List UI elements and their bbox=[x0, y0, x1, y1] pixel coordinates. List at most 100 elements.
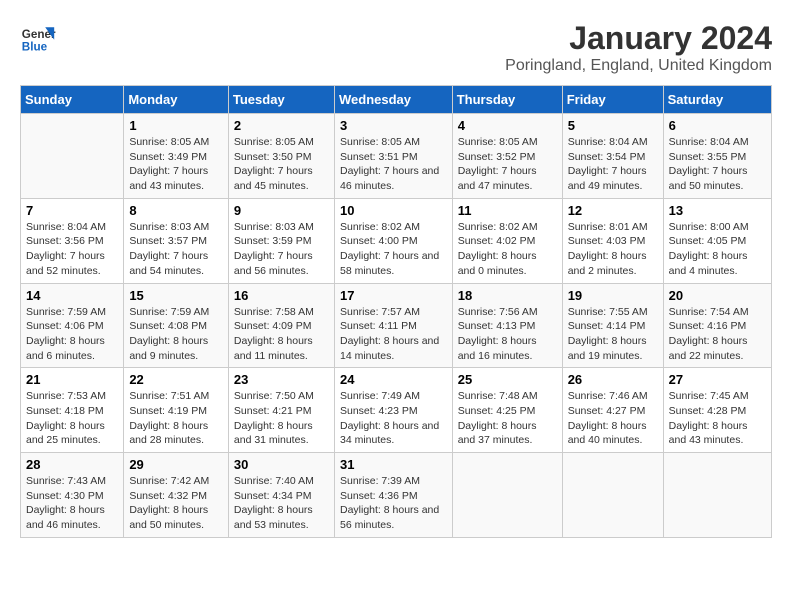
calendar-cell bbox=[452, 453, 562, 538]
calendar-cell: 17 Sunrise: 7:57 AMSunset: 4:11 PMDayligh… bbox=[334, 283, 452, 368]
calendar-cell: 26 Sunrise: 7:46 AMSunset: 4:27 PMDayligh… bbox=[562, 368, 663, 453]
day-detail: Sunrise: 7:46 AMSunset: 4:27 PMDaylight:… bbox=[568, 389, 658, 448]
day-detail: Sunrise: 8:05 AMSunset: 3:50 PMDaylight:… bbox=[234, 135, 329, 194]
logo: General Blue bbox=[20, 20, 56, 56]
day-detail: Sunrise: 8:02 AMSunset: 4:00 PMDaylight:… bbox=[340, 220, 447, 279]
calendar-cell: 6 Sunrise: 8:04 AMSunset: 3:55 PMDaylight… bbox=[663, 114, 771, 199]
calendar-cell: 14 Sunrise: 7:59 AMSunset: 4:06 PMDayligh… bbox=[21, 283, 124, 368]
weekday-header-sunday: Sunday bbox=[21, 86, 124, 114]
page-header: General Blue January 2024 Poringland, En… bbox=[20, 20, 772, 75]
calendar-cell: 5 Sunrise: 8:04 AMSunset: 3:54 PMDaylight… bbox=[562, 114, 663, 199]
day-detail: Sunrise: 7:48 AMSunset: 4:25 PMDaylight:… bbox=[458, 389, 557, 448]
day-detail: Sunrise: 7:58 AMSunset: 4:09 PMDaylight:… bbox=[234, 305, 329, 364]
calendar-table: SundayMondayTuesdayWednesdayThursdayFrid… bbox=[20, 85, 772, 538]
day-number: 25 bbox=[458, 372, 557, 387]
day-number: 12 bbox=[568, 203, 658, 218]
day-number: 18 bbox=[458, 288, 557, 303]
calendar-cell: 28 Sunrise: 7:43 AMSunset: 4:30 PMDayligh… bbox=[21, 453, 124, 538]
day-number: 6 bbox=[669, 118, 766, 133]
svg-text:Blue: Blue bbox=[22, 41, 48, 54]
calendar-cell bbox=[21, 114, 124, 199]
day-number: 19 bbox=[568, 288, 658, 303]
calendar-cell: 22 Sunrise: 7:51 AMSunset: 4:19 PMDayligh… bbox=[124, 368, 229, 453]
weekday-header-wednesday: Wednesday bbox=[334, 86, 452, 114]
calendar-cell: 24Sunrise: 7:49 AMSunset: 4:23 PMDayligh… bbox=[334, 368, 452, 453]
day-detail: Sunrise: 7:57 AMSunset: 4:11 PMDaylight:… bbox=[340, 305, 447, 364]
calendar-cell: 11 Sunrise: 8:02 AMSunset: 4:02 PMDayligh… bbox=[452, 198, 562, 283]
calendar-header-row: SundayMondayTuesdayWednesdayThursdayFrid… bbox=[21, 86, 772, 114]
day-detail: Sunrise: 8:05 AMSunset: 3:51 PMDaylight:… bbox=[340, 135, 447, 194]
day-number: 2 bbox=[234, 118, 329, 133]
day-detail: Sunrise: 8:01 AMSunset: 4:03 PMDaylight:… bbox=[568, 220, 658, 279]
day-detail: Sunrise: 7:43 AMSunset: 4:30 PMDaylight:… bbox=[26, 474, 118, 533]
calendar-cell: 9 Sunrise: 8:03 AMSunset: 3:59 PMDaylight… bbox=[228, 198, 334, 283]
day-detail: Sunrise: 8:04 AMSunset: 3:55 PMDaylight:… bbox=[669, 135, 766, 194]
day-detail: Sunrise: 8:03 AMSunset: 3:57 PMDaylight:… bbox=[129, 220, 223, 279]
day-number: 16 bbox=[234, 288, 329, 303]
weekday-header-saturday: Saturday bbox=[663, 86, 771, 114]
day-detail: Sunrise: 7:50 AMSunset: 4:21 PMDaylight:… bbox=[234, 389, 329, 448]
day-number: 21 bbox=[26, 372, 118, 387]
calendar-cell bbox=[562, 453, 663, 538]
day-number: 4 bbox=[458, 118, 557, 133]
day-number: 1 bbox=[129, 118, 223, 133]
calendar-cell: 27 Sunrise: 7:45 AMSunset: 4:28 PMDayligh… bbox=[663, 368, 771, 453]
day-detail: Sunrise: 8:03 AMSunset: 3:59 PMDaylight:… bbox=[234, 220, 329, 279]
day-number: 7 bbox=[26, 203, 118, 218]
calendar-cell: 15Sunrise: 7:59 AMSunset: 4:08 PMDayligh… bbox=[124, 283, 229, 368]
day-detail: Sunrise: 7:40 AMSunset: 4:34 PMDaylight:… bbox=[234, 474, 329, 533]
day-number: 3 bbox=[340, 118, 447, 133]
day-number: 26 bbox=[568, 372, 658, 387]
calendar-cell: 23Sunrise: 7:50 AMSunset: 4:21 PMDayligh… bbox=[228, 368, 334, 453]
title-area: January 2024 Poringland, England, United… bbox=[505, 20, 772, 75]
day-number: 14 bbox=[26, 288, 118, 303]
day-number: 11 bbox=[458, 203, 557, 218]
calendar-week-row: 7 Sunrise: 8:04 AMSunset: 3:56 PMDaylight… bbox=[21, 198, 772, 283]
day-detail: Sunrise: 7:53 AMSunset: 4:18 PMDaylight:… bbox=[26, 389, 118, 448]
day-detail: Sunrise: 8:04 AMSunset: 3:56 PMDaylight:… bbox=[26, 220, 118, 279]
calendar-week-row: 28 Sunrise: 7:43 AMSunset: 4:30 PMDayligh… bbox=[21, 453, 772, 538]
day-detail: Sunrise: 8:05 AMSunset: 3:49 PMDaylight:… bbox=[129, 135, 223, 194]
calendar-cell bbox=[663, 453, 771, 538]
calendar-cell: 12 Sunrise: 8:01 AMSunset: 4:03 PMDayligh… bbox=[562, 198, 663, 283]
logo-icon: General Blue bbox=[20, 20, 56, 56]
day-number: 9 bbox=[234, 203, 329, 218]
calendar-cell: 16 Sunrise: 7:58 AMSunset: 4:09 PMDayligh… bbox=[228, 283, 334, 368]
calendar-cell: 20Sunrise: 7:54 AMSunset: 4:16 PMDayligh… bbox=[663, 283, 771, 368]
calendar-cell: 18Sunrise: 7:56 AMSunset: 4:13 PMDayligh… bbox=[452, 283, 562, 368]
calendar-cell: 8 Sunrise: 8:03 AMSunset: 3:57 PMDaylight… bbox=[124, 198, 229, 283]
calendar-cell: 3 Sunrise: 8:05 AMSunset: 3:51 PMDaylight… bbox=[334, 114, 452, 199]
day-number: 13 bbox=[669, 203, 766, 218]
calendar-cell: 2 Sunrise: 8:05 AMSunset: 3:50 PMDaylight… bbox=[228, 114, 334, 199]
day-detail: Sunrise: 7:42 AMSunset: 4:32 PMDaylight:… bbox=[129, 474, 223, 533]
day-number: 15 bbox=[129, 288, 223, 303]
day-detail: Sunrise: 7:45 AMSunset: 4:28 PMDaylight:… bbox=[669, 389, 766, 448]
day-number: 27 bbox=[669, 372, 766, 387]
weekday-header-friday: Friday bbox=[562, 86, 663, 114]
calendar-cell: 29Sunrise: 7:42 AMSunset: 4:32 PMDayligh… bbox=[124, 453, 229, 538]
day-detail: Sunrise: 7:51 AMSunset: 4:19 PMDaylight:… bbox=[129, 389, 223, 448]
calendar-cell: 25 Sunrise: 7:48 AMSunset: 4:25 PMDayligh… bbox=[452, 368, 562, 453]
day-detail: Sunrise: 8:02 AMSunset: 4:02 PMDaylight:… bbox=[458, 220, 557, 279]
day-number: 22 bbox=[129, 372, 223, 387]
calendar-week-row: 21 Sunrise: 7:53 AMSunset: 4:18 PMDayligh… bbox=[21, 368, 772, 453]
day-detail: Sunrise: 8:04 AMSunset: 3:54 PMDaylight:… bbox=[568, 135, 658, 194]
day-number: 28 bbox=[26, 457, 118, 472]
day-number: 17 bbox=[340, 288, 447, 303]
calendar-cell: 31Sunrise: 7:39 AMSunset: 4:36 PMDayligh… bbox=[334, 453, 452, 538]
calendar-cell: 4 Sunrise: 8:05 AMSunset: 3:52 PMDaylight… bbox=[452, 114, 562, 199]
day-number: 5 bbox=[568, 118, 658, 133]
calendar-cell: 30Sunrise: 7:40 AMSunset: 4:34 PMDayligh… bbox=[228, 453, 334, 538]
calendar-week-row: 1 Sunrise: 8:05 AMSunset: 3:49 PMDaylight… bbox=[21, 114, 772, 199]
calendar-cell: 21 Sunrise: 7:53 AMSunset: 4:18 PMDayligh… bbox=[21, 368, 124, 453]
weekday-header-tuesday: Tuesday bbox=[228, 86, 334, 114]
calendar-cell: 7 Sunrise: 8:04 AMSunset: 3:56 PMDaylight… bbox=[21, 198, 124, 283]
day-detail: Sunrise: 8:05 AMSunset: 3:52 PMDaylight:… bbox=[458, 135, 557, 194]
calendar-cell: 13Sunrise: 8:00 AMSunset: 4:05 PMDayligh… bbox=[663, 198, 771, 283]
day-detail: Sunrise: 7:59 AMSunset: 4:06 PMDaylight:… bbox=[26, 305, 118, 364]
page-title: January 2024 bbox=[505, 20, 772, 57]
day-number: 8 bbox=[129, 203, 223, 218]
day-number: 24 bbox=[340, 372, 447, 387]
calendar-cell: 19Sunrise: 7:55 AMSunset: 4:14 PMDayligh… bbox=[562, 283, 663, 368]
day-detail: Sunrise: 7:54 AMSunset: 4:16 PMDaylight:… bbox=[669, 305, 766, 364]
